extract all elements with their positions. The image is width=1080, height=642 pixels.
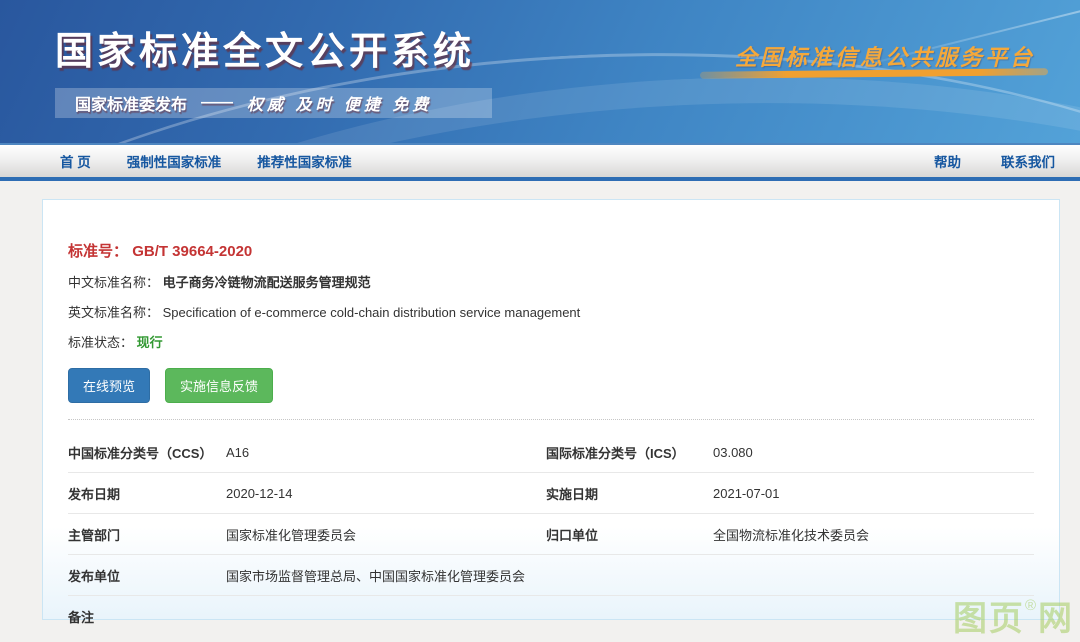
site-subtitle-strip: 国家标准委发布 —— 权威 及时 便捷 免费 [55, 88, 492, 118]
status-label: 标准状态： [68, 335, 133, 350]
nav-item-help[interactable]: 帮助 [934, 151, 961, 171]
registered-trademark-icon: ® [1025, 597, 1038, 614]
chinese-name-value: 电子商务冷链物流配送服务管理规范 [163, 275, 371, 290]
standard-number-line: 标准号： GB/T 39664-2020 [68, 240, 1034, 261]
english-name-label: 英文标准名称： [68, 305, 159, 320]
site-title: 国家标准全文公开系统 [55, 20, 475, 75]
publish-unit-label: 发布单位 [68, 566, 226, 585]
site-watermark: 图页®网 [953, 591, 1074, 640]
subtitle-publisher: 国家标准委发布 [75, 91, 187, 115]
publish-date-label: 发布日期 [68, 484, 226, 503]
nav-item-contact-us[interactable]: 联系我们 [1001, 151, 1055, 171]
standard-detail-card: 标准号： GB/T 39664-2020 中文标准名称： 电子商务冷链物流配送服… [42, 199, 1060, 620]
table-row: 发布日期 2020-12-14 实施日期 2021-07-01 [68, 473, 1034, 514]
competent-dept-value: 国家标准化管理委员会 [226, 525, 546, 544]
subtitle-slogan: 权威 及时 便捷 免费 [247, 91, 432, 115]
ics-label: 国际标准分类号（ICS） [546, 443, 713, 462]
english-name-line: 英文标准名称： Specification of e-commerce cold… [68, 304, 1034, 321]
implement-date-label: 实施日期 [546, 484, 713, 503]
table-row: 中国标准分类号（CCS） A16 国际标准分类号（ICS） 03.080 [68, 432, 1034, 473]
dotted-divider [68, 419, 1034, 420]
standard-number-value: GB/T 39664-2020 [132, 243, 252, 260]
chinese-name-line: 中文标准名称： 电子商务冷链物流配送服务管理规范 [68, 274, 1034, 291]
nav-right-group: 帮助 联系我们 [934, 151, 1080, 171]
table-row: 主管部门 国家标准化管理委员会 归口单位 全国物流标准化技术委员会 [68, 514, 1034, 555]
header-banner: 国家标准全文公开系统 国家标准委发布 —— 权威 及时 便捷 免费 全国标准信息… [0, 0, 1080, 143]
main-content: 标准号： GB/T 39664-2020 中文标准名称： 电子商务冷链物流配送服… [0, 181, 1080, 642]
remarks-label: 备注 [68, 607, 226, 626]
nav-left-group: 首 页 强制性国家标准 推荐性国家标准 [0, 151, 352, 171]
nav-item-recommended-standards[interactable]: 推荐性国家标准 [257, 151, 352, 171]
implement-date-value: 2021-07-01 [713, 486, 1034, 501]
standard-number-label: 标准号： [68, 243, 128, 260]
main-nav: 首 页 强制性国家标准 推荐性国家标准 帮助 联系我们 [0, 143, 1080, 181]
watermark-text-left: 图页 [953, 600, 1025, 638]
standard-info-table: 中国标准分类号（CCS） A16 国际标准分类号（ICS） 03.080 发布日… [68, 432, 1034, 636]
table-row: 备注 [68, 596, 1034, 636]
status-badge[interactable]: 现行 [137, 335, 163, 350]
subtitle-dash: —— [201, 94, 233, 112]
online-preview-button[interactable]: 在线预览 [68, 368, 150, 403]
action-buttons: 在线预览 实施信息反馈 [68, 368, 1034, 403]
ccs-value: A16 [226, 445, 546, 460]
status-line: 标准状态： 现行 [68, 334, 1034, 351]
publish-date-value: 2020-12-14 [226, 486, 546, 501]
chinese-name-label: 中文标准名称： [68, 275, 159, 290]
competent-dept-label: 主管部门 [68, 525, 226, 544]
centralized-unit-label: 归口单位 [546, 525, 713, 544]
implementation-feedback-button[interactable]: 实施信息反馈 [165, 368, 273, 403]
publish-unit-value: 国家市场监督管理总局、中国国家标准化管理委员会 [226, 566, 1034, 585]
ccs-label: 中国标准分类号（CCS） [68, 443, 226, 462]
english-name-value: Specification of e-commerce cold-chain d… [163, 305, 581, 320]
nav-item-home[interactable]: 首 页 [60, 151, 91, 171]
watermark-text-right: 网 [1038, 600, 1074, 638]
centralized-unit-value: 全国物流标准化技术委员会 [713, 525, 1034, 544]
ics-value: 03.080 [713, 445, 1034, 460]
platform-name: 全国标准信息公共服务平台 [735, 40, 1035, 72]
table-row: 发布单位 国家市场监督管理总局、中国国家标准化管理委员会 [68, 555, 1034, 596]
nav-item-mandatory-standards[interactable]: 强制性国家标准 [127, 151, 222, 171]
